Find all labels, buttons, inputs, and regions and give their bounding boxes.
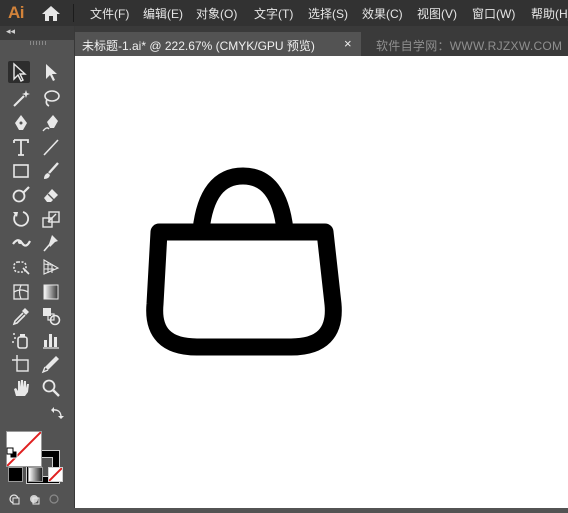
eraser-tool-icon[interactable] xyxy=(40,184,62,206)
menu-window[interactable]: 窗口(W) xyxy=(472,5,515,22)
menu-bar: Ai 文件(F) 编辑(E) 对象(O) 文字(T) 选择(S) 效果(C) 视… xyxy=(0,0,568,26)
direct-selection-tool-icon[interactable] xyxy=(40,61,62,83)
document-tab[interactable]: 未标题-1.ai* @ 222.67% (CMYK/GPU 预览) × xyxy=(74,32,361,56)
line-segment-tool-icon[interactable] xyxy=(40,136,62,158)
eyedropper-tool-icon[interactable] xyxy=(10,305,32,327)
rotate-tool-icon[interactable] xyxy=(10,208,32,230)
menu-object[interactable]: 对象(O) xyxy=(196,5,237,22)
rectangle-tool-icon[interactable] xyxy=(10,160,32,182)
tools-panel: ◂◂ xyxy=(0,26,75,508)
document-tab-title: 未标题-1.ai* @ 222.67% (CMYK/GPU 预览) xyxy=(82,39,315,53)
menu-file[interactable]: 文件(F) xyxy=(90,5,129,22)
menu-edit[interactable]: 编辑(E) xyxy=(143,5,183,22)
pen-tool-icon[interactable] xyxy=(10,112,32,134)
curvature-tool-icon[interactable] xyxy=(40,112,62,134)
puppet-warp-tool-icon[interactable] xyxy=(40,232,62,254)
collapse-icon[interactable]: ◂◂ xyxy=(6,26,15,37)
menu-type[interactable]: 文字(T) xyxy=(254,5,293,22)
tools-panel-header: ◂◂ xyxy=(0,26,74,40)
artboard-canvas[interactable] xyxy=(75,56,568,508)
swap-fill-stroke-icon[interactable] xyxy=(50,406,64,420)
shopping-bag-icon[interactable] xyxy=(75,56,568,508)
menu-help[interactable]: 帮助(H) xyxy=(531,5,568,22)
menu-select[interactable]: 选择(S) xyxy=(308,5,348,22)
symbol-sprayer-tool-icon[interactable] xyxy=(10,329,32,351)
zoom-tool-icon[interactable] xyxy=(40,377,62,399)
selection-tool-icon[interactable] xyxy=(8,61,30,83)
hand-tool-icon[interactable] xyxy=(10,377,32,399)
home-icon[interactable] xyxy=(40,4,62,22)
document-tab-bar: 未标题-1.ai* @ 222.67% (CMYK/GPU 预览) × 软件自学… xyxy=(74,32,568,56)
gradient-mode-button[interactable] xyxy=(28,467,43,482)
mesh-tool-icon[interactable] xyxy=(10,281,32,303)
menu-effect[interactable]: 效果(C) xyxy=(362,5,403,22)
lasso-tool-icon[interactable] xyxy=(40,87,62,109)
magic-wand-tool-icon[interactable] xyxy=(10,87,32,109)
blend-tool-icon[interactable] xyxy=(40,305,62,327)
drawing-modes-row xyxy=(8,492,68,506)
type-tool-icon[interactable] xyxy=(10,136,32,158)
slice-tool-icon[interactable] xyxy=(40,353,62,375)
watermark-text: 软件自学网：WWW.RJZXW.COM xyxy=(376,39,563,53)
color-mode-button[interactable] xyxy=(8,467,23,482)
artboard-tool-icon[interactable] xyxy=(10,353,32,375)
menu-separator xyxy=(73,4,74,22)
width-tool-icon[interactable] xyxy=(10,232,32,254)
free-transform-tool-icon[interactable] xyxy=(10,256,32,278)
gradient-tool-icon[interactable] xyxy=(40,281,62,303)
none-mode-button[interactable] xyxy=(48,467,63,482)
default-colors-icon[interactable] xyxy=(6,446,18,459)
menu-view[interactable]: 视图(V) xyxy=(417,5,457,22)
grip-handle[interactable] xyxy=(30,41,46,45)
paintbrush-tool-icon[interactable] xyxy=(40,160,62,182)
column-graph-tool-icon[interactable] xyxy=(40,329,62,351)
scale-tool-icon[interactable] xyxy=(40,208,62,230)
app-logo: Ai xyxy=(8,3,25,22)
close-icon[interactable]: × xyxy=(344,36,352,51)
perspective-grid-tool-icon[interactable] xyxy=(40,256,62,278)
shaper-tool-icon[interactable] xyxy=(10,184,32,206)
